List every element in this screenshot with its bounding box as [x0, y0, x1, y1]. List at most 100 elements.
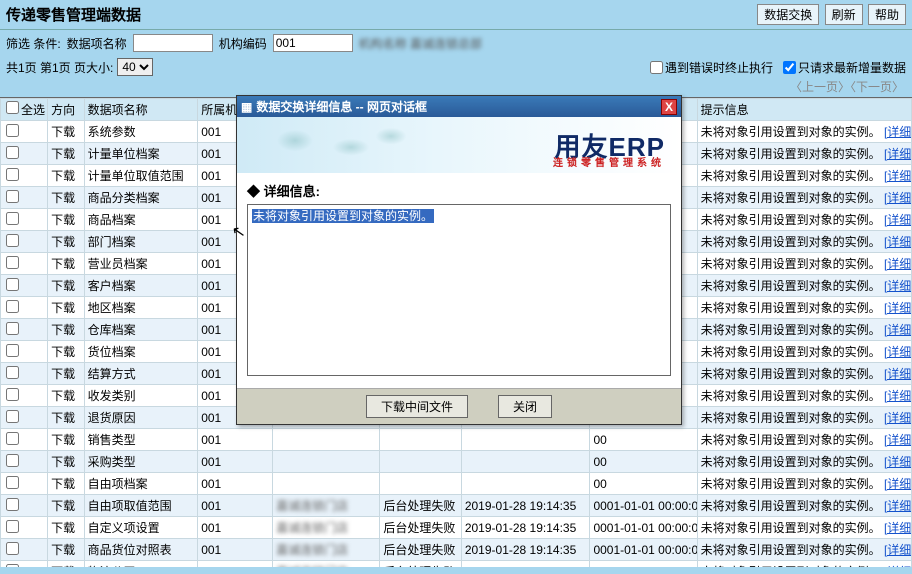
detail-link[interactable]: [详细]: [884, 213, 912, 227]
detail-link[interactable]: [详细]: [884, 389, 912, 403]
cell-item-name: 物流公司: [84, 561, 198, 568]
modal-title-text: 数据交换详细信息 -- 网页对话框: [252, 98, 661, 115]
detail-link[interactable]: [详细]: [884, 499, 912, 513]
cell-hint: 未将对象引用设置到对象的实例。 [详细]: [697, 429, 911, 451]
page-size-select[interactable]: 40: [117, 58, 153, 76]
close-button[interactable]: 关闭: [498, 395, 552, 418]
cell-org-name: 嘉诚连锁门店: [273, 539, 380, 561]
detail-link[interactable]: [详细]: [884, 565, 912, 567]
row-checkbox[interactable]: [6, 212, 19, 225]
stop-on-error-checkbox[interactable]: [650, 61, 663, 74]
only-latest-checkbox[interactable]: [783, 61, 796, 74]
row-checkbox[interactable]: [6, 564, 19, 568]
detail-link[interactable]: [详细]: [884, 477, 912, 491]
row-checkbox[interactable]: [6, 366, 19, 379]
detail-link[interactable]: [详细]: [884, 323, 912, 337]
cell-hint: 未将对象引用设置到对象的实例。 [详细]: [697, 561, 911, 568]
cell-last-process: 2019-01-28 19:14:35: [461, 517, 590, 539]
row-checkbox[interactable]: [6, 476, 19, 489]
detail-link[interactable]: [详细]: [884, 279, 912, 293]
cell-status: 后台处理失败: [380, 539, 461, 561]
table-row[interactable]: 下载自定义项设置001嘉诚连锁门店后台处理失败2019-01-28 19:14:…: [1, 517, 912, 539]
row-checkbox[interactable]: [6, 168, 19, 181]
row-checkbox[interactable]: [6, 322, 19, 335]
cell-last-process: [461, 451, 590, 473]
filter-orgcode-input[interactable]: [273, 34, 353, 52]
cell-direction: 下载: [48, 429, 84, 451]
cell-org-name: [273, 429, 380, 451]
table-row[interactable]: 下载自由项取值范围001嘉诚连锁门店后台处理失败2019-01-28 19:14…: [1, 495, 912, 517]
cell-direction: 下载: [48, 319, 84, 341]
detail-link[interactable]: [详细]: [884, 521, 912, 535]
col-item-name: 数据项名称: [84, 99, 198, 121]
detail-link[interactable]: [详细]: [884, 169, 912, 183]
row-checkbox[interactable]: [6, 432, 19, 445]
table-row[interactable]: 下载物流公司001嘉诚连锁门店后台处理失败2019-01-28 19:14:35…: [1, 561, 912, 568]
filter-name-input[interactable]: [133, 34, 213, 52]
detail-link[interactable]: [详细]: [884, 345, 912, 359]
detail-text: 未将对象引用设置到对象的实例。: [252, 209, 434, 223]
detail-link[interactable]: [详细]: [884, 257, 912, 271]
detail-link[interactable]: [详细]: [884, 125, 912, 139]
row-checkbox[interactable]: [6, 300, 19, 313]
row-checkbox[interactable]: [6, 454, 19, 467]
cell-item-name: 退货原因: [84, 407, 198, 429]
cell-last-transfer: 00: [590, 429, 697, 451]
cell-item-name: 自由项取值范围: [84, 495, 198, 517]
row-checkbox[interactable]: [6, 542, 19, 555]
col-hint: 提示信息: [697, 99, 911, 121]
cell-last-transfer: 0001-01-01 00:00:00: [590, 539, 697, 561]
row-checkbox[interactable]: [6, 520, 19, 533]
table-row[interactable]: 下载自由项档案00100未将对象引用设置到对象的实例。 [详细]: [1, 473, 912, 495]
refresh-button[interactable]: 刷新: [825, 4, 863, 25]
detail-link[interactable]: [详细]: [884, 411, 912, 425]
world-map-icon: [247, 123, 407, 167]
row-checkbox[interactable]: [6, 278, 19, 291]
titlebar-buttons: 数据交换 刷新 帮助: [755, 4, 906, 25]
row-checkbox[interactable]: [6, 234, 19, 247]
table-row[interactable]: 下载采购类型00100未将对象引用设置到对象的实例。 [详细]: [1, 451, 912, 473]
row-checkbox[interactable]: [6, 498, 19, 511]
data-exchange-button[interactable]: 数据交换: [757, 4, 819, 25]
detail-link[interactable]: [详细]: [884, 235, 912, 249]
download-intermediate-button[interactable]: 下载中间文件: [366, 395, 468, 418]
row-checkbox[interactable]: [6, 256, 19, 269]
close-icon[interactable]: X: [661, 99, 677, 115]
stop-on-error-option[interactable]: 遇到错误时终止执行: [650, 59, 773, 76]
detail-link[interactable]: [详细]: [884, 191, 912, 205]
select-all-checkbox[interactable]: [6, 101, 19, 114]
detail-textarea[interactable]: 未将对象引用设置到对象的实例。: [247, 204, 671, 376]
detail-link[interactable]: [详细]: [884, 367, 912, 381]
cell-direction: 下载: [48, 231, 84, 253]
detail-label: ◆ 详细信息:: [247, 181, 671, 200]
modal-titlebar[interactable]: ▦ 数据交换详细信息 -- 网页对话框 X: [237, 96, 681, 117]
modal-banner: 用友ERP 连锁零售管理系统: [237, 117, 681, 173]
cell-direction: 下载: [48, 517, 84, 539]
cell-direction: 下载: [48, 539, 84, 561]
cell-hint: 未将对象引用设置到对象的实例。 [详细]: [697, 407, 911, 429]
cell-item-name: 仓库档案: [84, 319, 198, 341]
only-latest-option[interactable]: 只请求最新增量数据: [783, 59, 906, 76]
detail-link[interactable]: [详细]: [884, 147, 912, 161]
cell-last-transfer: 00: [590, 473, 697, 495]
row-checkbox[interactable]: [6, 124, 19, 137]
row-checkbox[interactable]: [6, 410, 19, 423]
detail-link[interactable]: [详细]: [884, 455, 912, 469]
cell-item-name: 自由项档案: [84, 473, 198, 495]
help-button[interactable]: 帮助: [868, 4, 906, 25]
cell-status: 后台处理失败: [380, 561, 461, 568]
cell-direction: 下载: [48, 473, 84, 495]
detail-link[interactable]: [详细]: [884, 433, 912, 447]
cell-hint: 未将对象引用设置到对象的实例。 [详细]: [697, 209, 911, 231]
row-checkbox[interactable]: [6, 190, 19, 203]
detail-link[interactable]: [详细]: [884, 543, 912, 557]
table-row[interactable]: 下载销售类型00100未将对象引用设置到对象的实例。 [详细]: [1, 429, 912, 451]
detail-link[interactable]: [详细]: [884, 301, 912, 315]
cell-last-process: 2019-01-28 19:14:35: [461, 561, 590, 568]
cell-hint: 未将对象引用设置到对象的实例。 [详细]: [697, 253, 911, 275]
detail-modal: ▦ 数据交换详细信息 -- 网页对话框 X 用友ERP 连锁零售管理系统 ◆ 详…: [236, 95, 682, 425]
row-checkbox[interactable]: [6, 146, 19, 159]
row-checkbox[interactable]: [6, 344, 19, 357]
table-row[interactable]: 下载商品货位对照表001嘉诚连锁门店后台处理失败2019-01-28 19:14…: [1, 539, 912, 561]
row-checkbox[interactable]: [6, 388, 19, 401]
